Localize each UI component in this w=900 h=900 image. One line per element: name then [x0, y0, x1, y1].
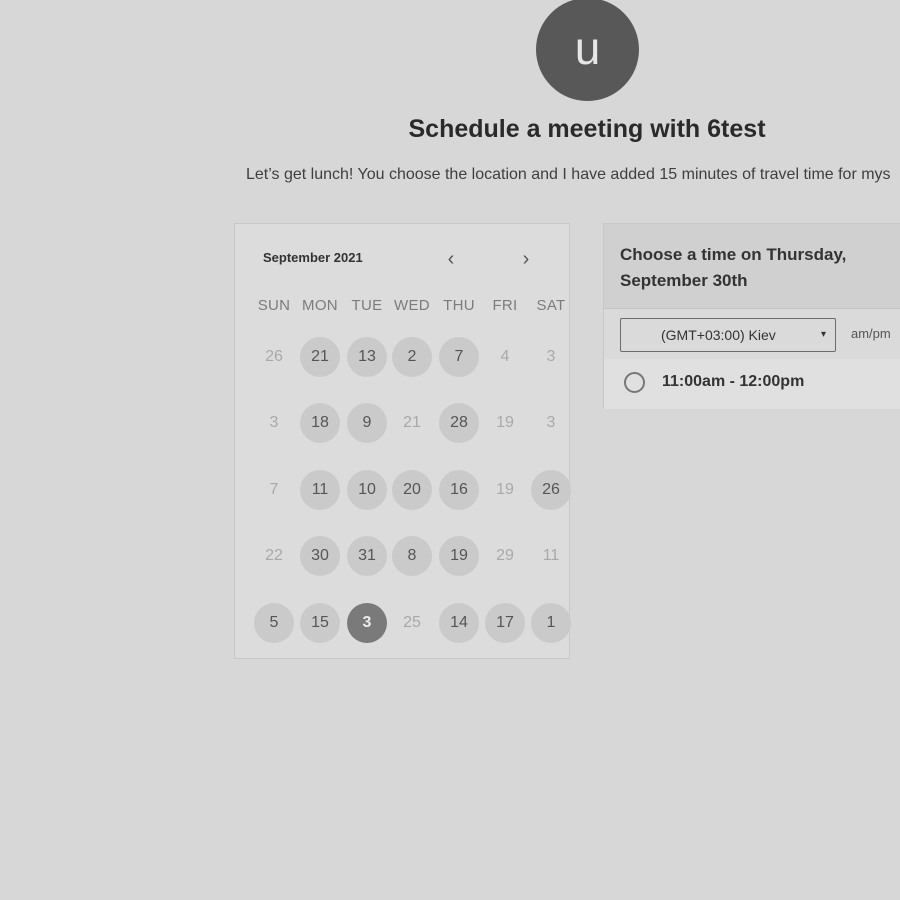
- time-slot-label: 11:00am - 12:00pm: [662, 373, 805, 390]
- calendar-day-available[interactable]: 19: [439, 536, 479, 576]
- calendar-day-unavailable: 25: [403, 614, 421, 631]
- calendar-day-unavailable: 19: [496, 481, 514, 498]
- timezone-value: (GMT+03:00) Kiev: [661, 327, 776, 343]
- calendar-day-available[interactable]: 10: [347, 470, 387, 510]
- timezone-select[interactable]: (GMT+03:00) Kiev ▾: [620, 318, 836, 352]
- calendar-day-available[interactable]: 18: [300, 403, 340, 443]
- calendar-day-unavailable: 11: [542, 547, 560, 564]
- calendar-day-available[interactable]: 30: [300, 536, 340, 576]
- calendar-day-available[interactable]: 9: [347, 403, 387, 443]
- calendar-card: September 2021 ‹ › SUN MON TUE WED THU FRI SAT…: [234, 223, 571, 659]
- time-selection-panel: Choose a time on Thursday, September 30t…: [603, 223, 900, 409]
- weekday-label: FRI: [492, 297, 518, 314]
- previous-month-icon[interactable]: ‹: [441, 248, 461, 271]
- weekday-label: MON: [302, 297, 338, 314]
- calendar-day-available[interactable]: 20: [392, 470, 432, 510]
- weekday-label: SAT: [536, 297, 566, 314]
- time-panel-header: Choose a time on Thursday, September 30t…: [604, 224, 900, 309]
- calendar-day-available[interactable]: 11: [300, 470, 340, 510]
- calendar-day-available[interactable]: 13: [347, 337, 387, 377]
- calendar-day-available[interactable]: 26: [531, 470, 571, 510]
- calendar-day-available[interactable]: 8: [392, 536, 432, 576]
- calendar-day-unavailable: 4: [500, 348, 510, 365]
- radio-icon[interactable]: [624, 372, 645, 393]
- weekday-label: THU: [443, 297, 475, 314]
- page-title: Schedule a meeting with 6test: [408, 115, 766, 143]
- calendar-day-available[interactable]: 5: [254, 603, 294, 643]
- scheduling-page: u Schedule a meeting with 6test Let’s ge…: [0, 0, 900, 900]
- calendar-day-available[interactable]: 21: [300, 337, 340, 377]
- calendar-day-unavailable: 3: [546, 348, 556, 365]
- time-slot[interactable]: 11:00am - 12:00pm: [604, 359, 900, 409]
- calendar-day-unavailable: 29: [496, 547, 514, 564]
- calendar-day-available[interactable]: 2: [392, 337, 432, 377]
- host-avatar: u: [536, 0, 639, 101]
- time-panel-heading: Choose a time on Thursday, September 30t…: [620, 245, 847, 290]
- chevron-down-icon: ▾: [820, 329, 826, 340]
- month-label: September 2021: [263, 250, 363, 265]
- weekday-label: TUE: [351, 297, 383, 314]
- calendar-day-available[interactable]: 15: [300, 603, 340, 643]
- ampm-toggle[interactable]: am/pm: [851, 326, 891, 341]
- calendar-day-available[interactable]: 7: [439, 337, 479, 377]
- calendar-day-unavailable: 22: [265, 547, 283, 564]
- calendar-day-available[interactable]: 17: [485, 603, 525, 643]
- calendar-day-unavailable: 26: [265, 348, 283, 365]
- meeting-description: Let’s get lunch! You choose the location…: [246, 166, 891, 183]
- calendar-day-selected[interactable]: 3: [347, 603, 387, 643]
- calendar-day-available[interactable]: 28: [439, 403, 479, 443]
- calendar-day-available[interactable]: 1: [531, 603, 571, 643]
- calendar-day-available[interactable]: 31: [347, 536, 387, 576]
- next-month-icon[interactable]: ›: [516, 248, 536, 271]
- calendar-day-available[interactable]: 16: [439, 470, 479, 510]
- weekday-label: SUN: [257, 297, 291, 314]
- calendar-day-unavailable: 21: [403, 414, 421, 431]
- weekday-label: WED: [394, 297, 430, 314]
- calendar-day-unavailable: 3: [269, 414, 279, 431]
- calendar-day-unavailable: 3: [546, 414, 556, 431]
- calendar-day-unavailable: 19: [496, 414, 514, 431]
- calendar-day-available[interactable]: 14: [439, 603, 479, 643]
- calendar-day-unavailable: 7: [269, 481, 279, 498]
